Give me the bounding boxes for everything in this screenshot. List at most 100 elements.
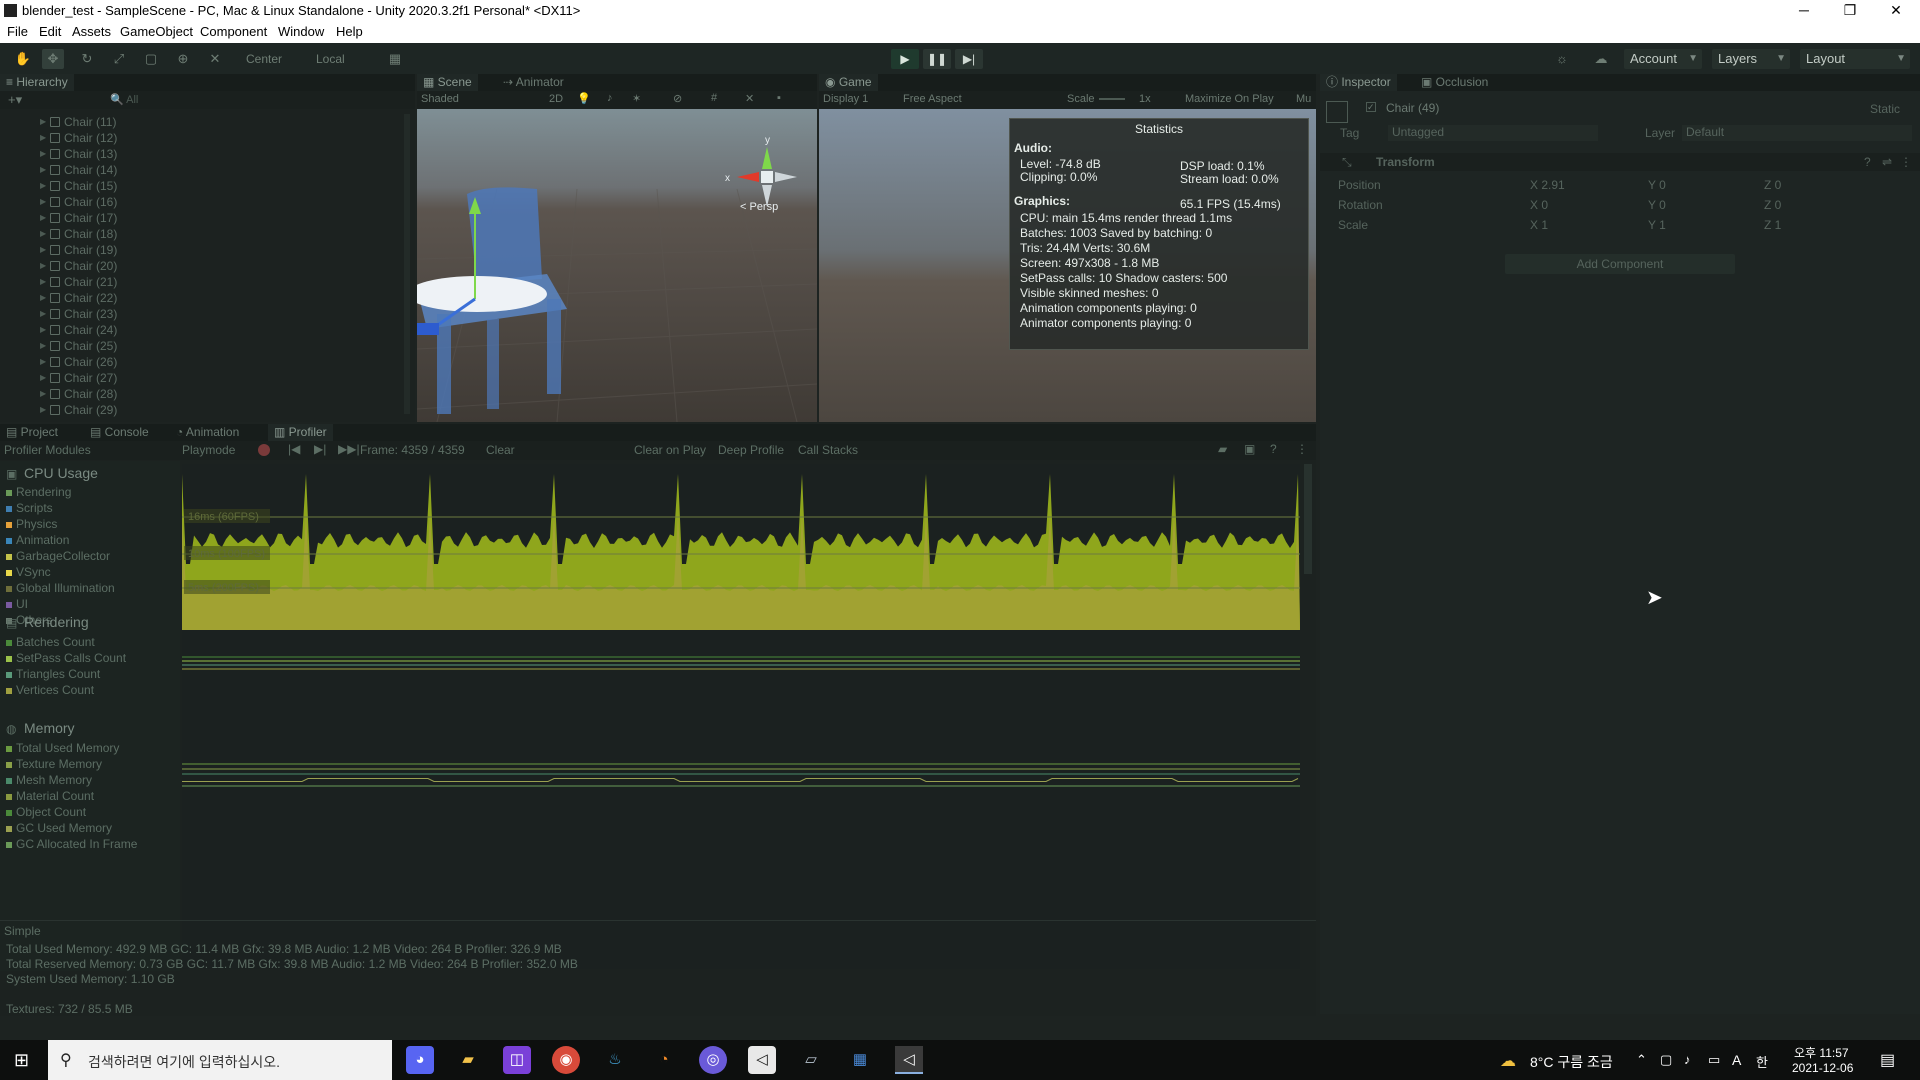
shading-mode-dropdown[interactable]: Shaded xyxy=(421,93,459,105)
scale-tool-icon[interactable]: ⤢ xyxy=(108,49,130,69)
pivot-center-toggle[interactable]: Center xyxy=(246,49,282,69)
tab-hierarchy[interactable]: ≡ Hierarchy xyxy=(0,74,74,91)
hierarchy-item[interactable]: Chair (12) xyxy=(50,130,117,146)
expand-arrow-icon[interactable]: ▶ xyxy=(40,133,46,142)
cpu-usage-heading[interactable]: CPU Usage xyxy=(24,465,98,481)
expand-arrow-icon[interactable]: ▶ xyxy=(40,405,46,414)
rect-tool-icon[interactable]: ▢ xyxy=(140,49,162,69)
hierarchy-item[interactable]: Chair (18) xyxy=(50,226,117,242)
legend-swatch[interactable] xyxy=(6,688,12,694)
more-icon[interactable]: ⋮ xyxy=(1900,155,1912,169)
restore-button[interactable]: ❐ xyxy=(1827,0,1873,22)
twitch-icon[interactable]: ◫ xyxy=(503,1046,531,1074)
discord-icon[interactable]: ◕ xyxy=(406,1046,434,1074)
expand-arrow-icon[interactable]: ▶ xyxy=(40,341,46,350)
profiler-category-label[interactable]: Rendering xyxy=(16,485,71,499)
hidden-objects-icon[interactable]: ⊘ xyxy=(673,92,682,105)
grid-snap-icon[interactable]: ▦ xyxy=(384,49,406,69)
play-button[interactable]: ▶ xyxy=(891,49,919,69)
rotation-x-field[interactable]: X 0 xyxy=(1530,198,1548,212)
taskbar-search-input[interactable]: ⚲ 검색하려면 여기에 입력하십시오. xyxy=(48,1040,392,1080)
clock-time[interactable]: 오후 11:57 xyxy=(1794,1044,1849,1061)
hierarchy-item[interactable]: Chair (22) xyxy=(50,290,117,306)
expand-arrow-icon[interactable]: ▶ xyxy=(40,293,46,302)
legend-swatch[interactable] xyxy=(6,586,12,592)
clock-date[interactable]: 2021-12-06 xyxy=(1792,1061,1853,1075)
profiler-category-label[interactable]: Physics xyxy=(16,517,57,531)
tray-chevron-icon[interactable]: ⌃ xyxy=(1636,1052,1647,1068)
audio-icon[interactable]: ♪ xyxy=(607,92,613,104)
minimize-button[interactable]: ─ xyxy=(1781,0,1827,22)
menu-component[interactable]: Component xyxy=(200,24,267,39)
transform-tool-icon[interactable]: ⊕ xyxy=(172,49,194,69)
hierarchy-item[interactable]: Chair (19) xyxy=(50,242,117,258)
legend-swatch[interactable] xyxy=(6,746,12,752)
profiler-category-label[interactable]: Material Count xyxy=(16,789,94,803)
weather-icon[interactable]: ☁ xyxy=(1500,1051,1516,1071)
call-stacks-dropdown[interactable]: Call Stacks xyxy=(798,443,858,457)
profiler-category-label[interactable]: GarbageCollector xyxy=(16,549,110,563)
static-toggle[interactable]: Static xyxy=(1870,102,1900,116)
tab-project[interactable]: ▤ Project xyxy=(0,424,64,441)
tab-occlusion[interactable]: ▣ Occlusion xyxy=(1415,74,1494,91)
menu-edit[interactable]: Edit xyxy=(39,24,61,39)
active-checkbox[interactable]: ✓ xyxy=(1366,102,1376,112)
layers-dropdown[interactable]: Layers ▼ xyxy=(1712,49,1790,69)
expand-arrow-icon[interactable]: ▶ xyxy=(40,117,46,126)
next-frame-icon[interactable]: ▶| xyxy=(314,442,326,456)
collab-cloud-icon[interactable]: ☁ xyxy=(1590,49,1612,69)
add-icon[interactable]: +▾ xyxy=(8,92,22,108)
profiler-category-label[interactable]: SetPass Calls Count xyxy=(16,651,126,665)
legend-swatch[interactable] xyxy=(6,602,12,608)
hierarchy-item[interactable]: Chair (14) xyxy=(50,162,117,178)
hierarchy-item[interactable]: Chair (20) xyxy=(50,258,117,274)
hierarchy-item[interactable]: Chair (23) xyxy=(50,306,117,322)
hierarchy-item[interactable]: Chair (28) xyxy=(50,386,117,402)
profiler-category-label[interactable]: Object Count xyxy=(16,805,86,819)
layout-dropdown[interactable]: Layout ▼ xyxy=(1800,49,1910,69)
grid-icon[interactable]: # xyxy=(711,92,717,104)
steam-icon[interactable]: ♨ xyxy=(601,1046,629,1074)
tools-icon[interactable]: ✕ xyxy=(745,92,754,105)
expand-arrow-icon[interactable]: ▶ xyxy=(40,389,46,398)
add-component-button[interactable]: Add Component xyxy=(1505,254,1735,274)
scale-slider[interactable] xyxy=(1099,98,1125,100)
custom-tool-icon[interactable]: ✕ xyxy=(204,49,226,69)
move-tool-icon[interactable]: ✥ xyxy=(42,49,64,69)
legend-swatch[interactable] xyxy=(6,490,12,496)
expand-arrow-icon[interactable]: ▶ xyxy=(40,181,46,190)
profiler-modules-dropdown[interactable]: Profiler Modules xyxy=(4,443,91,457)
help-icon[interactable]: ? xyxy=(1270,442,1277,456)
hierarchy-item[interactable]: Chair (16) xyxy=(50,194,117,210)
display-icon[interactable]: ▭ xyxy=(1708,1052,1720,1068)
menu-file[interactable]: File xyxy=(7,24,28,39)
legend-swatch[interactable] xyxy=(6,842,12,848)
hierarchy-item[interactable]: Chair (29) xyxy=(50,402,117,418)
scale-y-field[interactable]: Y 1 xyxy=(1648,218,1666,232)
more-icon[interactable]: ⋮ xyxy=(1296,442,1308,456)
account-dropdown[interactable]: Account ▼ xyxy=(1624,49,1702,69)
search-input[interactable]: 🔍 All xyxy=(110,93,138,106)
tab-game[interactable]: ◉ Game xyxy=(819,74,878,91)
profiler-category-label[interactable]: Global Illumination xyxy=(16,581,115,595)
legend-swatch[interactable] xyxy=(6,538,12,544)
calculator-icon[interactable]: ▦ xyxy=(846,1046,874,1074)
legend-swatch[interactable] xyxy=(6,570,12,576)
legend-swatch[interactable] xyxy=(6,778,12,784)
persp-label[interactable]: < Persp xyxy=(740,201,778,213)
hierarchy-item[interactable]: Chair (13) xyxy=(50,146,117,162)
legend-swatch[interactable] xyxy=(6,672,12,678)
expand-arrow-icon[interactable]: ▶ xyxy=(40,357,46,366)
legend-swatch[interactable] xyxy=(6,762,12,768)
hierarchy-item[interactable]: Chair (27) xyxy=(50,370,117,386)
hierarchy-item[interactable]: Chair (26) xyxy=(50,354,117,370)
expand-arrow-icon[interactable]: ▶ xyxy=(40,309,46,318)
hierarchy-item[interactable]: Chair (24) xyxy=(50,322,117,338)
legend-swatch[interactable] xyxy=(6,656,12,662)
profiler-category-label[interactable]: Animation xyxy=(16,533,69,547)
object-name-field[interactable]: Chair (49) xyxy=(1386,101,1439,115)
scale-x-field[interactable]: X 1 xyxy=(1530,218,1548,232)
tab-profiler[interactable]: ▥ Profiler xyxy=(268,424,333,441)
hand-tool-icon[interactable]: ✋ xyxy=(12,49,34,69)
presets-icon[interactable]: ⇌ xyxy=(1882,155,1892,169)
